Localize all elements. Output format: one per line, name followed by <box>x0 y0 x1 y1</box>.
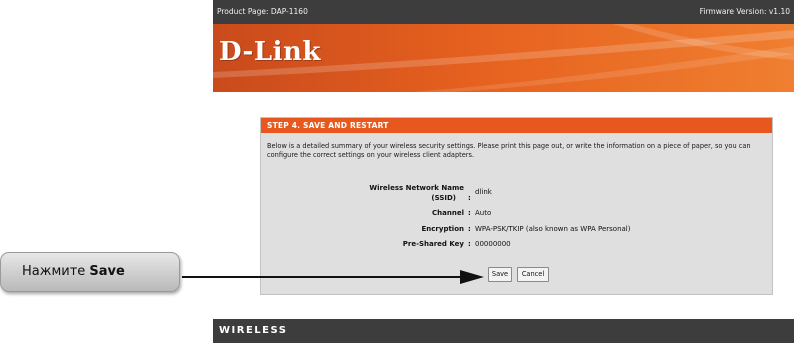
callout-prefix: Нажмите <box>22 264 90 279</box>
instruction-callout: Нажмите Save <box>0 252 180 292</box>
manual-page: Product Page: DAP-1160 Firmware Version:… <box>0 0 794 343</box>
callout-action: Save <box>89 264 125 279</box>
